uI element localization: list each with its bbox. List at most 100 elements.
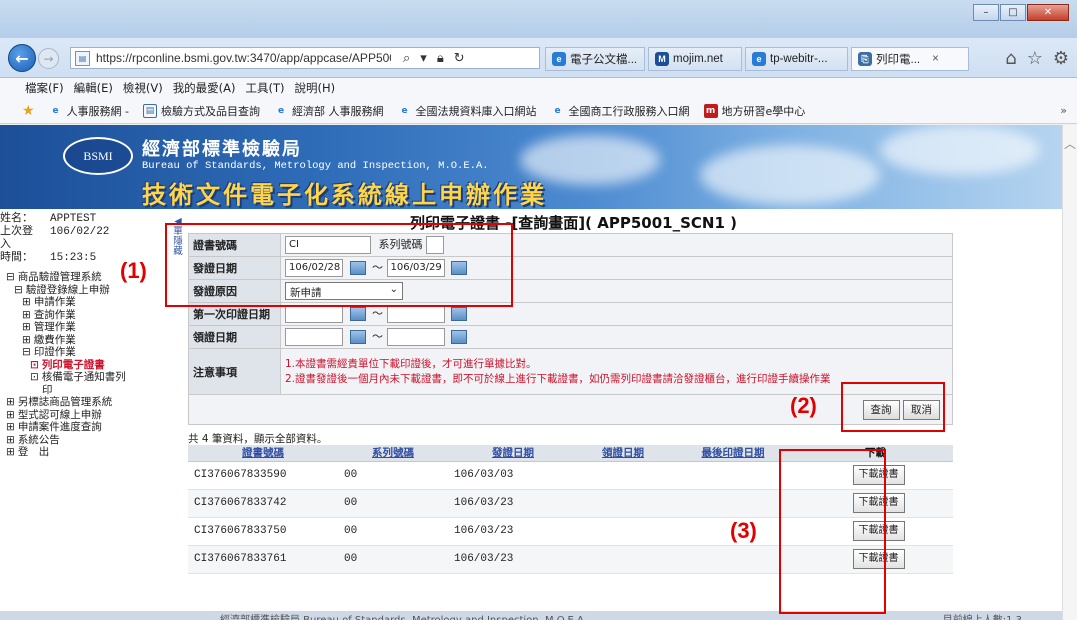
address-bar[interactable]: ▤ https://rpconline.bsmi.gov.tw:3470/app… bbox=[70, 47, 540, 69]
fav-inspection-query[interactable]: ▤ 檢驗方式及品目查詢 bbox=[143, 103, 260, 119]
url-text[interactable]: https://rpconline.bsmi.gov.tw:3470/app/a… bbox=[96, 51, 391, 65]
tab-mojim[interactable]: M mojim.net bbox=[648, 47, 742, 71]
login-time: 15:23:5 bbox=[50, 252, 97, 264]
sidebar-item[interactable]: ⊞ 型式認可線上申辦 bbox=[0, 409, 172, 422]
sidebar-item[interactable]: ⊞ 申請作業 bbox=[0, 296, 172, 309]
col-cert-no[interactable]: 證書號碼 bbox=[188, 445, 338, 462]
collect-to-input[interactable] bbox=[386, 328, 445, 346]
star-icon[interactable]: ☆ bbox=[1027, 48, 1043, 69]
minimize-button[interactable]: – bbox=[973, 4, 999, 21]
menu-bar: 檔案(F) 編輯(E) 檢視(V) 我的最愛(A) 工具(T) 說明(H) bbox=[0, 78, 1077, 98]
expand-icon[interactable]: ⊞ bbox=[22, 296, 31, 308]
sidebar-item-label: 系統公告 bbox=[17, 433, 60, 446]
mojim-icon: M bbox=[655, 52, 669, 66]
sidebar-item[interactable]: ⊞ 系統公告 bbox=[0, 434, 172, 447]
bsmi-logo: BSMI bbox=[63, 137, 133, 175]
expand-icon[interactable]: ⊞ bbox=[22, 321, 31, 333]
close-window-button[interactable]: ✕ bbox=[1027, 4, 1069, 21]
collapse-icon[interactable]: ⊟ bbox=[14, 284, 23, 296]
calendar-icon[interactable] bbox=[349, 307, 366, 321]
calendar-icon[interactable] bbox=[349, 330, 366, 344]
expand-icon[interactable]: ⊞ bbox=[22, 309, 31, 321]
expand-icon[interactable]: ⊞ bbox=[6, 434, 15, 446]
col-serial-no[interactable]: 系列號碼 bbox=[338, 445, 448, 462]
expand-icon[interactable]: ⊞ bbox=[6, 421, 15, 433]
annotation-label-2: (2) bbox=[790, 393, 817, 418]
col-issue-date[interactable]: 發證日期 bbox=[448, 445, 578, 462]
menu-tools[interactable]: 工具(T) bbox=[246, 80, 285, 96]
sidebar-item-label: 另標誌商品管理系統 bbox=[17, 396, 113, 408]
expand-icon[interactable]: ⊞ bbox=[6, 409, 15, 421]
tab-official-docs[interactable]: e 電子公文檔... bbox=[545, 47, 645, 71]
fav-law-db[interactable]: e 全國法規資料庫入口網站 bbox=[398, 103, 536, 119]
sidebar-item-label: 繳費作業 bbox=[33, 333, 76, 346]
annotation-box-3 bbox=[779, 449, 886, 614]
range-separator: ～ bbox=[372, 307, 383, 320]
tab-webitr[interactable]: e tp-webitr-... bbox=[745, 47, 848, 71]
page-footer: 經濟部標準檢驗局 Bureau of Standards, Metrology … bbox=[0, 611, 1062, 620]
page-icon: ▤ bbox=[143, 103, 158, 118]
collapse-icon[interactable]: ⊟ bbox=[22, 346, 31, 358]
sidebar-item[interactable]: ⊡ 列印電子證書 bbox=[0, 359, 172, 372]
expand-icon[interactable]: ⊞ bbox=[6, 446, 15, 458]
user-name: APPTEST bbox=[50, 213, 97, 225]
serial-no-cell: 00 bbox=[338, 461, 448, 490]
expand-icon[interactable]: ⊡ bbox=[30, 371, 39, 383]
sidebar-item[interactable]: ⊡ 核備電子通知書列 bbox=[0, 371, 172, 384]
first-print-to-input[interactable] bbox=[386, 305, 445, 323]
vertical-scrollbar[interactable]: ︿ bbox=[1062, 125, 1077, 620]
search-icon[interactable]: ⌕ bbox=[403, 51, 410, 66]
sidebar-item[interactable]: ⊞ 繳費作業 bbox=[0, 334, 172, 347]
dropdown-icon[interactable]: ▾ bbox=[420, 51, 427, 66]
collect-date-label: 領證日期 bbox=[188, 325, 281, 349]
sidebar-item[interactable]: ⊞ 查詢作業 bbox=[0, 309, 172, 322]
gear-icon[interactable]: ⚙ bbox=[1053, 48, 1069, 69]
fav-commerce-portal[interactable]: e 全國商工行政服務入口網 bbox=[551, 103, 689, 119]
back-button[interactable]: ← bbox=[8, 44, 36, 72]
sidebar-item[interactable]: ⊞ 管理作業 bbox=[0, 321, 172, 334]
sidebar-item[interactable]: ⊞ 登 出 bbox=[0, 446, 172, 459]
favorites-star-icon[interactable]: ★ bbox=[22, 103, 35, 119]
fav-moea-hr[interactable]: e 經濟部 人事服務網 bbox=[274, 103, 384, 119]
menu-view[interactable]: 檢視(V) bbox=[123, 80, 163, 96]
home-icon[interactable]: ⌂ bbox=[1005, 48, 1016, 69]
sidebar-item[interactable]: ⊞ 申請案件進度查詢 bbox=[0, 421, 172, 434]
maximize-button[interactable]: □ bbox=[1000, 4, 1026, 21]
sidebar-item[interactable]: 印 bbox=[0, 384, 172, 397]
browser-nav-row: ← → ▤ https://rpconline.bsmi.gov.tw:3470… bbox=[0, 38, 1077, 78]
tab-label: mojim.net bbox=[673, 53, 723, 65]
menu-help[interactable]: 說明(H) bbox=[295, 80, 336, 96]
annotation-box-2 bbox=[841, 382, 945, 432]
scroll-up-icon[interactable]: ︿ bbox=[1063, 135, 1077, 152]
ie-icon: e bbox=[52, 105, 59, 116]
collect-date-cell bbox=[578, 461, 668, 490]
expand-icon[interactable]: ⊞ bbox=[22, 334, 31, 346]
collect-from-input[interactable] bbox=[285, 328, 343, 346]
calendar-icon[interactable] bbox=[451, 307, 467, 321]
fav-hr-service[interactable]: e 人事服務網 - bbox=[49, 103, 130, 119]
sidebar-item[interactable]: ⊟ 印證作業 bbox=[0, 346, 172, 359]
fav-elearning[interactable]: m 地方研習e學中心 bbox=[703, 103, 805, 119]
close-tab-icon[interactable]: × bbox=[932, 53, 939, 65]
collapse-icon[interactable]: ⊟ bbox=[6, 271, 15, 283]
sidebar-item[interactable]: ⊟ 驗證登錄線上申辦 bbox=[0, 284, 172, 297]
window-controls: – □ ✕ bbox=[972, 4, 1069, 21]
sidebar-item-label: 型式認可線上申辦 bbox=[17, 408, 102, 421]
menu-file[interactable]: 檔案(F) bbox=[25, 80, 64, 96]
first-print-from-input[interactable] bbox=[285, 305, 343, 323]
ie-icon: e bbox=[552, 52, 566, 66]
annotation-label-1: (1) bbox=[120, 258, 147, 283]
expand-icon[interactable]: ⊞ bbox=[6, 396, 15, 408]
refresh-icon[interactable]: ↻ bbox=[454, 51, 465, 66]
expand-icon[interactable]: ⊡ bbox=[30, 359, 39, 371]
result-count: 共 4 筆資料，顯示全部資料。 bbox=[188, 433, 328, 445]
menu-edit[interactable]: 編輯(E) bbox=[74, 80, 113, 96]
sidebar-item[interactable]: ⊞ 另標誌商品管理系統 bbox=[0, 396, 172, 409]
tab-print-cert[interactable]: ⎘ 列印電... × bbox=[851, 47, 969, 71]
menu-favorites[interactable]: 我的最愛(A) bbox=[173, 80, 236, 96]
fav-label: 檢驗方式及品目查詢 bbox=[161, 104, 261, 118]
calendar-icon[interactable] bbox=[451, 330, 467, 344]
col-collect-date[interactable]: 領證日期 bbox=[578, 445, 668, 462]
favorites-more-icon[interactable]: » bbox=[1060, 104, 1067, 117]
forward-button[interactable]: → bbox=[38, 48, 59, 69]
